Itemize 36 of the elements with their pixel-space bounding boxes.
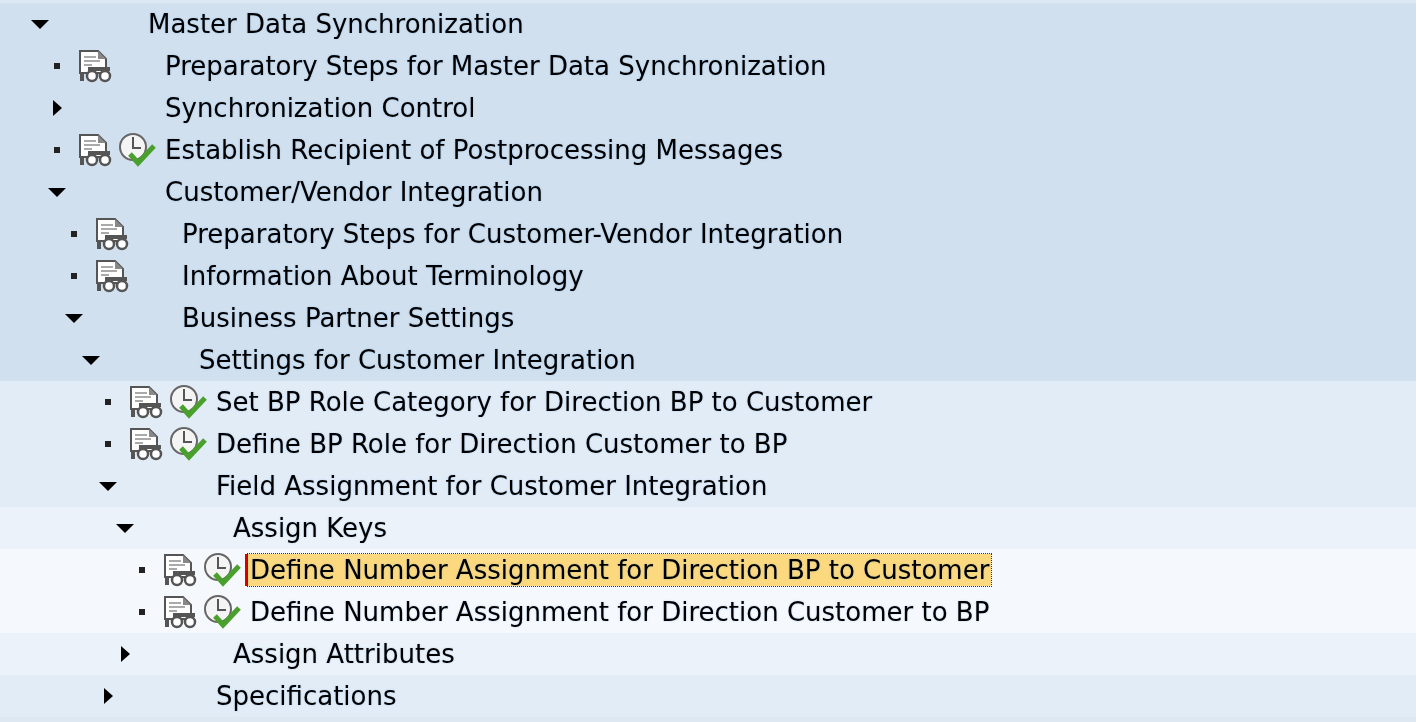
bullet-icon [139,567,145,573]
document-glasses-icon[interactable] [78,133,112,167]
bullet-icon [54,63,60,69]
document-glasses-icon[interactable] [129,385,163,419]
document-glasses-icon[interactable] [95,217,129,251]
tree-node-label[interactable]: Business Partner Settings [180,302,517,334]
bullet-icon [71,231,77,237]
clock-check-icon[interactable] [203,594,243,630]
expand-arrow-icon[interactable] [103,688,113,704]
clock-check-icon[interactable] [169,384,209,420]
clock-check-icon[interactable] [203,552,243,588]
tree-node-label[interactable]: Specifications [214,680,399,712]
collapse-arrow-icon[interactable] [99,481,117,491]
collapse-arrow-icon[interactable] [65,313,83,323]
document-glasses-icon[interactable] [163,553,197,587]
bullet-icon [105,399,111,405]
bullet-icon [139,609,145,615]
tree-node-label[interactable]: Define Number Assignment for Direction BP to Customer [248,554,992,586]
collapse-arrow-icon[interactable] [116,523,134,533]
tree-node-label[interactable]: Assign Attributes [231,638,457,670]
collapse-arrow-icon[interactable] [48,187,66,197]
clock-check-icon[interactable] [169,426,209,462]
clock-check-icon[interactable] [118,132,158,168]
tree-node-label[interactable]: Assign Keys [231,512,390,544]
document-glasses-icon[interactable] [163,595,197,629]
collapse-arrow-icon[interactable] [31,19,49,29]
document-glasses-icon[interactable] [95,259,129,293]
document-glasses-icon[interactable] [78,49,112,83]
tree-node-label[interactable]: Synchronization Control [163,92,478,124]
expand-arrow-icon[interactable] [120,646,130,662]
bullet-icon [71,273,77,279]
expand-arrow-icon[interactable] [52,100,62,116]
collapse-arrow-icon[interactable] [82,355,100,365]
document-glasses-icon[interactable] [129,427,163,461]
bullet-icon [105,441,111,447]
bullet-icon [54,147,60,153]
